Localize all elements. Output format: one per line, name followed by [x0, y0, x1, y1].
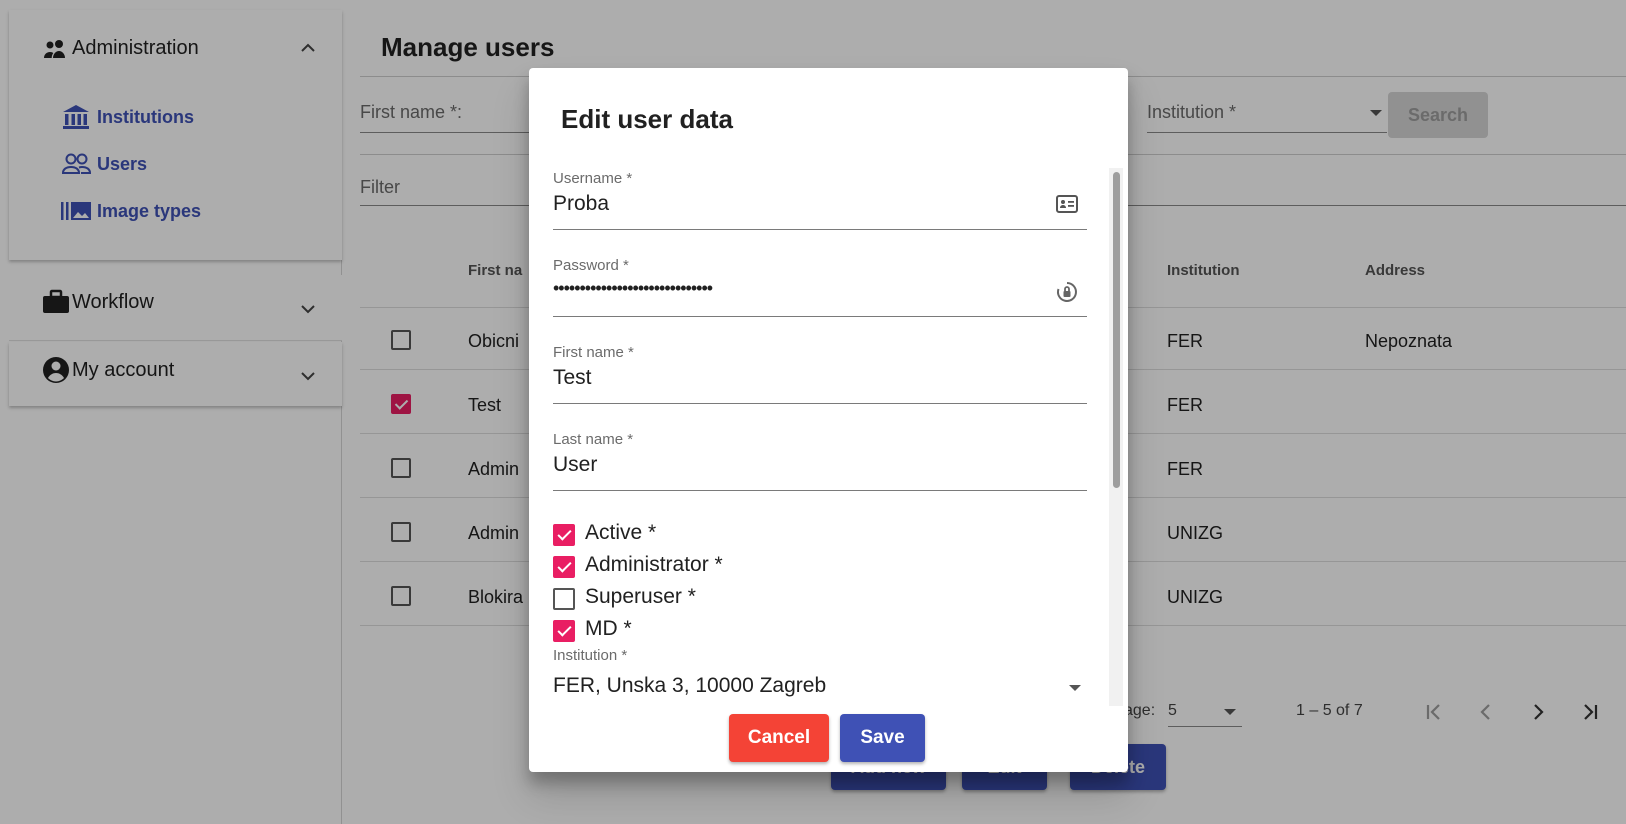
- dialog-title: Edit user data: [561, 104, 733, 134]
- edit-user-dialog: Edit user data Username * Proba Password…: [529, 68, 1128, 772]
- active-checkbox-label[interactable]: Active *: [585, 521, 656, 545]
- first-name-underline: [553, 403, 1087, 404]
- last-name-label: Last name *: [553, 431, 634, 448]
- save-button[interactable]: Save: [840, 714, 925, 762]
- dropdown-arrow-icon[interactable]: [1067, 683, 1083, 693]
- password-label: Password *: [553, 257, 629, 274]
- administrator-checkbox[interactable]: [553, 556, 575, 578]
- username-underline: [553, 229, 1087, 230]
- password-underline: [553, 316, 1087, 317]
- cancel-button[interactable]: Cancel: [729, 714, 829, 762]
- first-name-input[interactable]: Test: [553, 366, 592, 390]
- institution-label: Institution *: [553, 647, 628, 664]
- dialog-scrollbar[interactable]: [1109, 168, 1123, 706]
- md-checkbox-label[interactable]: MD *: [585, 617, 632, 641]
- superuser-checkbox-label[interactable]: Superuser *: [585, 585, 696, 609]
- username-input[interactable]: Proba: [553, 192, 609, 216]
- md-checkbox[interactable]: [553, 620, 575, 642]
- dialog-content: Username * Proba Password * ••••••••••••…: [529, 168, 1128, 706]
- administrator-checkbox-label[interactable]: Administrator *: [585, 553, 723, 577]
- scrollbar-thumb[interactable]: [1113, 172, 1120, 488]
- active-checkbox[interactable]: [553, 524, 575, 546]
- password-input[interactable]: ••••••••••••••••••••••••••••••: [553, 278, 713, 299]
- superuser-checkbox[interactable]: [553, 588, 575, 610]
- last-name-underline: [553, 490, 1087, 491]
- lock-reset-icon[interactable]: [1055, 280, 1079, 304]
- institution-select[interactable]: FER, Unska 3, 10000 Zagreb: [553, 674, 826, 698]
- first-name-label: First name *: [553, 344, 634, 361]
- last-name-input[interactable]: User: [553, 453, 597, 477]
- username-label: Username *: [553, 170, 633, 187]
- id-card-icon: [1056, 195, 1078, 213]
